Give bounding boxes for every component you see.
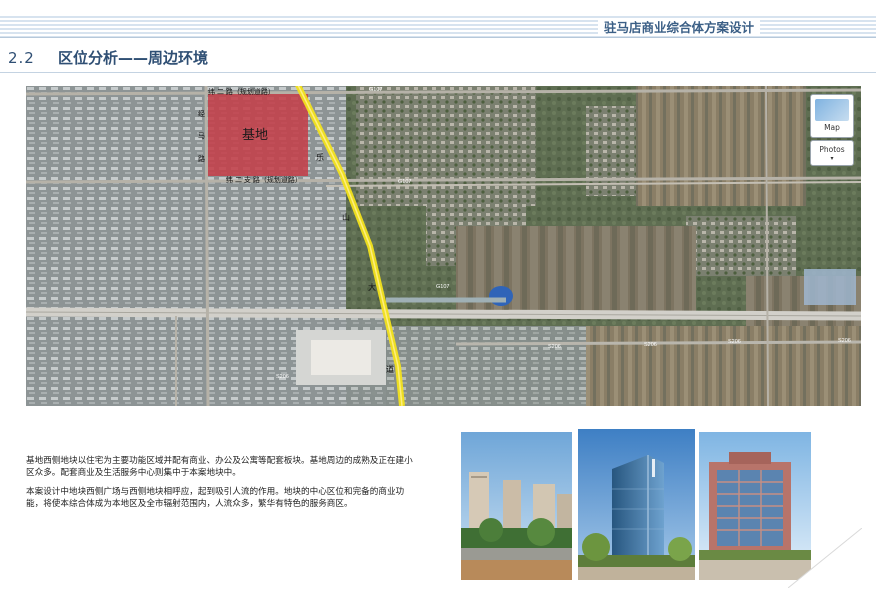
- site-label: 基地: [242, 127, 268, 142]
- description-paragraph-2: 本案设计中地块西侧广场与西侧地块相呼应，起到吸引人流的作用。地块的中心区位和完备…: [26, 487, 405, 509]
- map-view-label: Map: [824, 123, 840, 132]
- section-rule: [0, 72, 876, 73]
- document-title: 驻马店商业综合体方案设计: [598, 19, 761, 36]
- map-imagery: 基地 纬 二 路（规划道路） 纬 二 支 路（规划道路） 经 马 路 乐 山 大…: [26, 86, 861, 406]
- road-left-label-2: 马: [198, 132, 205, 140]
- chevron-down-icon: ▾: [830, 155, 834, 162]
- avenue-char-2: 山: [342, 212, 350, 222]
- avenue-char-3: 大: [368, 282, 376, 292]
- globe-icon: [815, 99, 849, 121]
- header-rule: [0, 37, 876, 38]
- glass-office-tower-photo: [578, 429, 695, 580]
- road-top-label: 纬 二 路（规划道路）: [208, 87, 275, 96]
- s206-label: S206: [644, 342, 657, 348]
- residential-towers-photo: [461, 432, 572, 580]
- road-bottom-label: 纬 二 支 路（规划道路）: [226, 175, 302, 184]
- s206-label: S206: [838, 338, 851, 344]
- section-number: 2.2: [8, 49, 35, 67]
- s206-label: S206: [548, 344, 561, 350]
- s206-label: S206: [728, 339, 741, 345]
- map-view-button[interactable]: Map: [810, 94, 854, 138]
- highway-label: G107: [436, 284, 449, 290]
- section-heading: 2.2 区位分析——周边环境: [8, 49, 208, 67]
- description-paragraph-1: 基地西侧地块以住宅为主要功能区域并配有商业、办公及公寓等配套板块。基地周边的成熟…: [26, 456, 413, 478]
- highway-label: G107: [369, 87, 382, 93]
- section-title: 区位分析——周边环境: [58, 49, 209, 67]
- s206-label: S206: [276, 374, 289, 380]
- road-left-label-1: 经: [198, 109, 205, 118]
- avenue-char-1: 乐: [316, 152, 324, 162]
- highway-label: G107: [398, 179, 411, 185]
- satellite-map[interactable]: 基地 纬 二 路（规划道路） 纬 二 支 路（规划道路） 经 马 路 乐 山 大…: [26, 86, 861, 406]
- road-left-label-3: 路: [198, 154, 205, 163]
- avenue-char-4: 道: [386, 364, 394, 374]
- page-fold-decoration: [788, 528, 862, 588]
- description: 基地西侧地块以住宅为主要功能区域并配有商业、办公及公寓等配套板块。基地周边的成熟…: [26, 456, 420, 518]
- photos-dropdown[interactable]: Photos ▾: [810, 140, 854, 166]
